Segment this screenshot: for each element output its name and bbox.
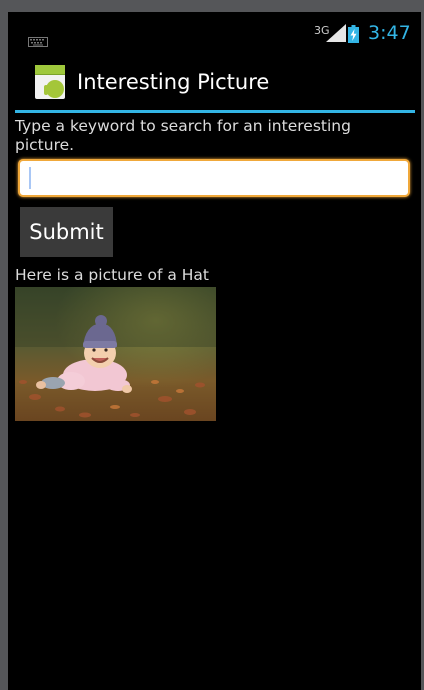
battery-charging-icon xyxy=(348,25,359,47)
status-bar: 3G 3:47 xyxy=(8,12,421,49)
action-bar: Interesting Picture xyxy=(8,56,421,106)
keyboard-icon xyxy=(28,32,48,51)
app-title: Interesting Picture xyxy=(77,70,270,94)
result-caption: Here is a picture of a Hat xyxy=(15,266,210,284)
text-cursor xyxy=(29,167,31,189)
submit-button[interactable]: Submit xyxy=(20,207,113,257)
result-photo xyxy=(15,287,216,421)
device-screen: 3G 3:47 Interesting Picture Type a keywo… xyxy=(8,12,421,690)
search-prompt: Type a keyword to search for an interest… xyxy=(15,117,351,154)
android-app-icon[interactable] xyxy=(35,65,65,103)
signal-icon xyxy=(326,24,346,46)
clock: 3:47 xyxy=(368,22,411,44)
keyword-input[interactable] xyxy=(18,159,410,197)
action-bar-divider xyxy=(15,110,415,113)
